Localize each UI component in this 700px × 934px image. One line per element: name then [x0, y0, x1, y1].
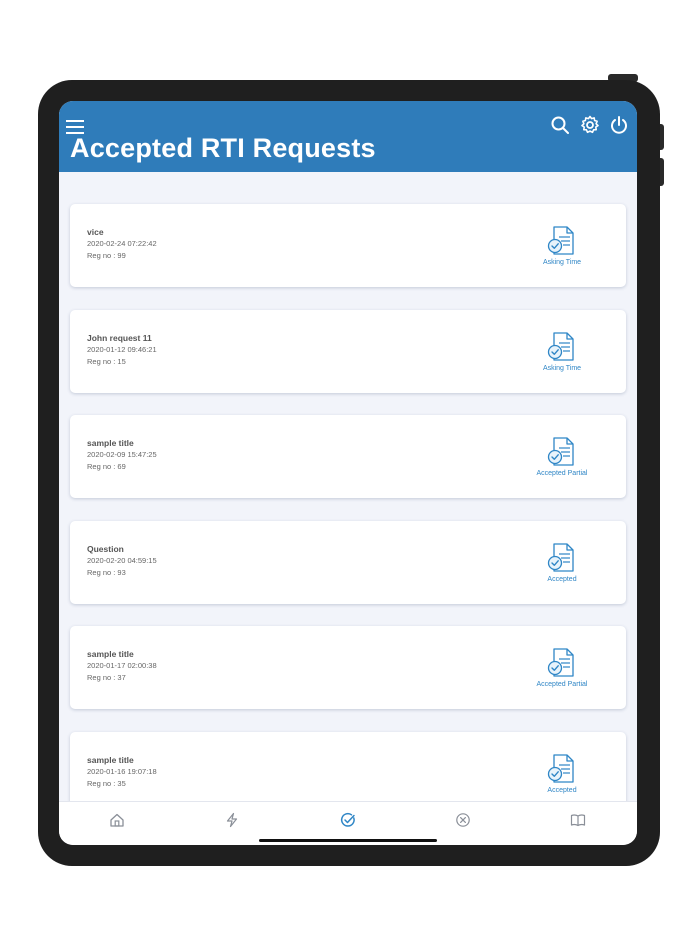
request-title: vice [87, 227, 104, 237]
request-title: sample title [87, 438, 134, 448]
request-date: 2020-01-12 09:46:21 [87, 344, 157, 354]
request-card[interactable]: vice 2020-02-24 07:22:42 Reg no : 99 Ask… [70, 204, 626, 287]
status-label: Accepted [547, 575, 577, 583]
request-title: sample title [87, 649, 134, 659]
request-status: Accepted Partial [522, 435, 602, 477]
request-date: 2020-02-09 15:47:25 [87, 450, 157, 459]
document-check-icon [547, 437, 574, 466]
request-date: 2020-01-17 02:00:38 [87, 661, 157, 670]
x-circle-icon[interactable] [455, 812, 471, 828]
request-reg-no: Reg no : 37 [87, 673, 126, 682]
document-check-icon [547, 648, 574, 677]
request-reg-no: Reg no : 69 [87, 462, 126, 471]
lightning-icon[interactable] [224, 812, 240, 828]
request-title: Question [87, 543, 124, 554]
request-date: 2020-02-20 04:59:15 [87, 555, 157, 565]
request-card[interactable]: sample title 2020-01-17 02:00:38 Reg no … [70, 626, 626, 709]
request-date: 2020-01-16 19:07:18 [87, 766, 157, 776]
request-status: Accepted [522, 752, 602, 794]
status-label: Accepted Partial [536, 470, 588, 477]
search-icon[interactable] [550, 115, 570, 135]
document-check-icon [547, 753, 574, 783]
request-status: Asking Time [522, 224, 602, 266]
power-icon[interactable] [609, 115, 629, 135]
home-indicator [259, 839, 437, 842]
document-check-icon [547, 331, 574, 361]
request-status: Asking Time [522, 330, 602, 372]
request-reg-no: Reg no : 15 [87, 356, 126, 366]
request-title: John request 11 [87, 332, 152, 343]
gear-icon[interactable] [580, 115, 600, 135]
request-reg-no: Reg no : 93 [87, 567, 126, 577]
status-label: Accepted Partial [536, 681, 588, 688]
request-status: Accepted Partial [522, 646, 602, 688]
status-label: Asking Time [542, 259, 582, 266]
status-label: Accepted [547, 786, 577, 794]
book-icon[interactable] [570, 812, 586, 828]
home-icon[interactable] [109, 812, 125, 828]
request-reg-no: Reg no : 99 [87, 251, 126, 260]
check-circle-icon[interactable] [340, 812, 356, 828]
request-reg-no: Reg no : 35 [87, 778, 126, 788]
request-date: 2020-02-24 07:22:42 [87, 239, 157, 248]
page-title: Accepted RTI Requests [70, 133, 376, 163]
app-screen: Accepted RTI Requests vice 2020-02-24 07… [59, 101, 637, 845]
document-check-icon [547, 226, 574, 255]
request-card[interactable]: sample title 2020-02-09 15:47:25 Reg no … [70, 415, 626, 498]
app-header: Accepted RTI Requests [59, 101, 637, 172]
request-card[interactable]: John request 11 2020-01-12 09:46:21 Reg … [70, 309, 626, 393]
status-label: Asking Time [542, 364, 582, 372]
request-status: Accepted [522, 541, 602, 583]
request-card[interactable]: Question 2020-02-20 04:59:15 Reg no : 93… [70, 520, 626, 604]
document-check-icon [547, 542, 574, 572]
request-title: sample title [87, 754, 134, 765]
